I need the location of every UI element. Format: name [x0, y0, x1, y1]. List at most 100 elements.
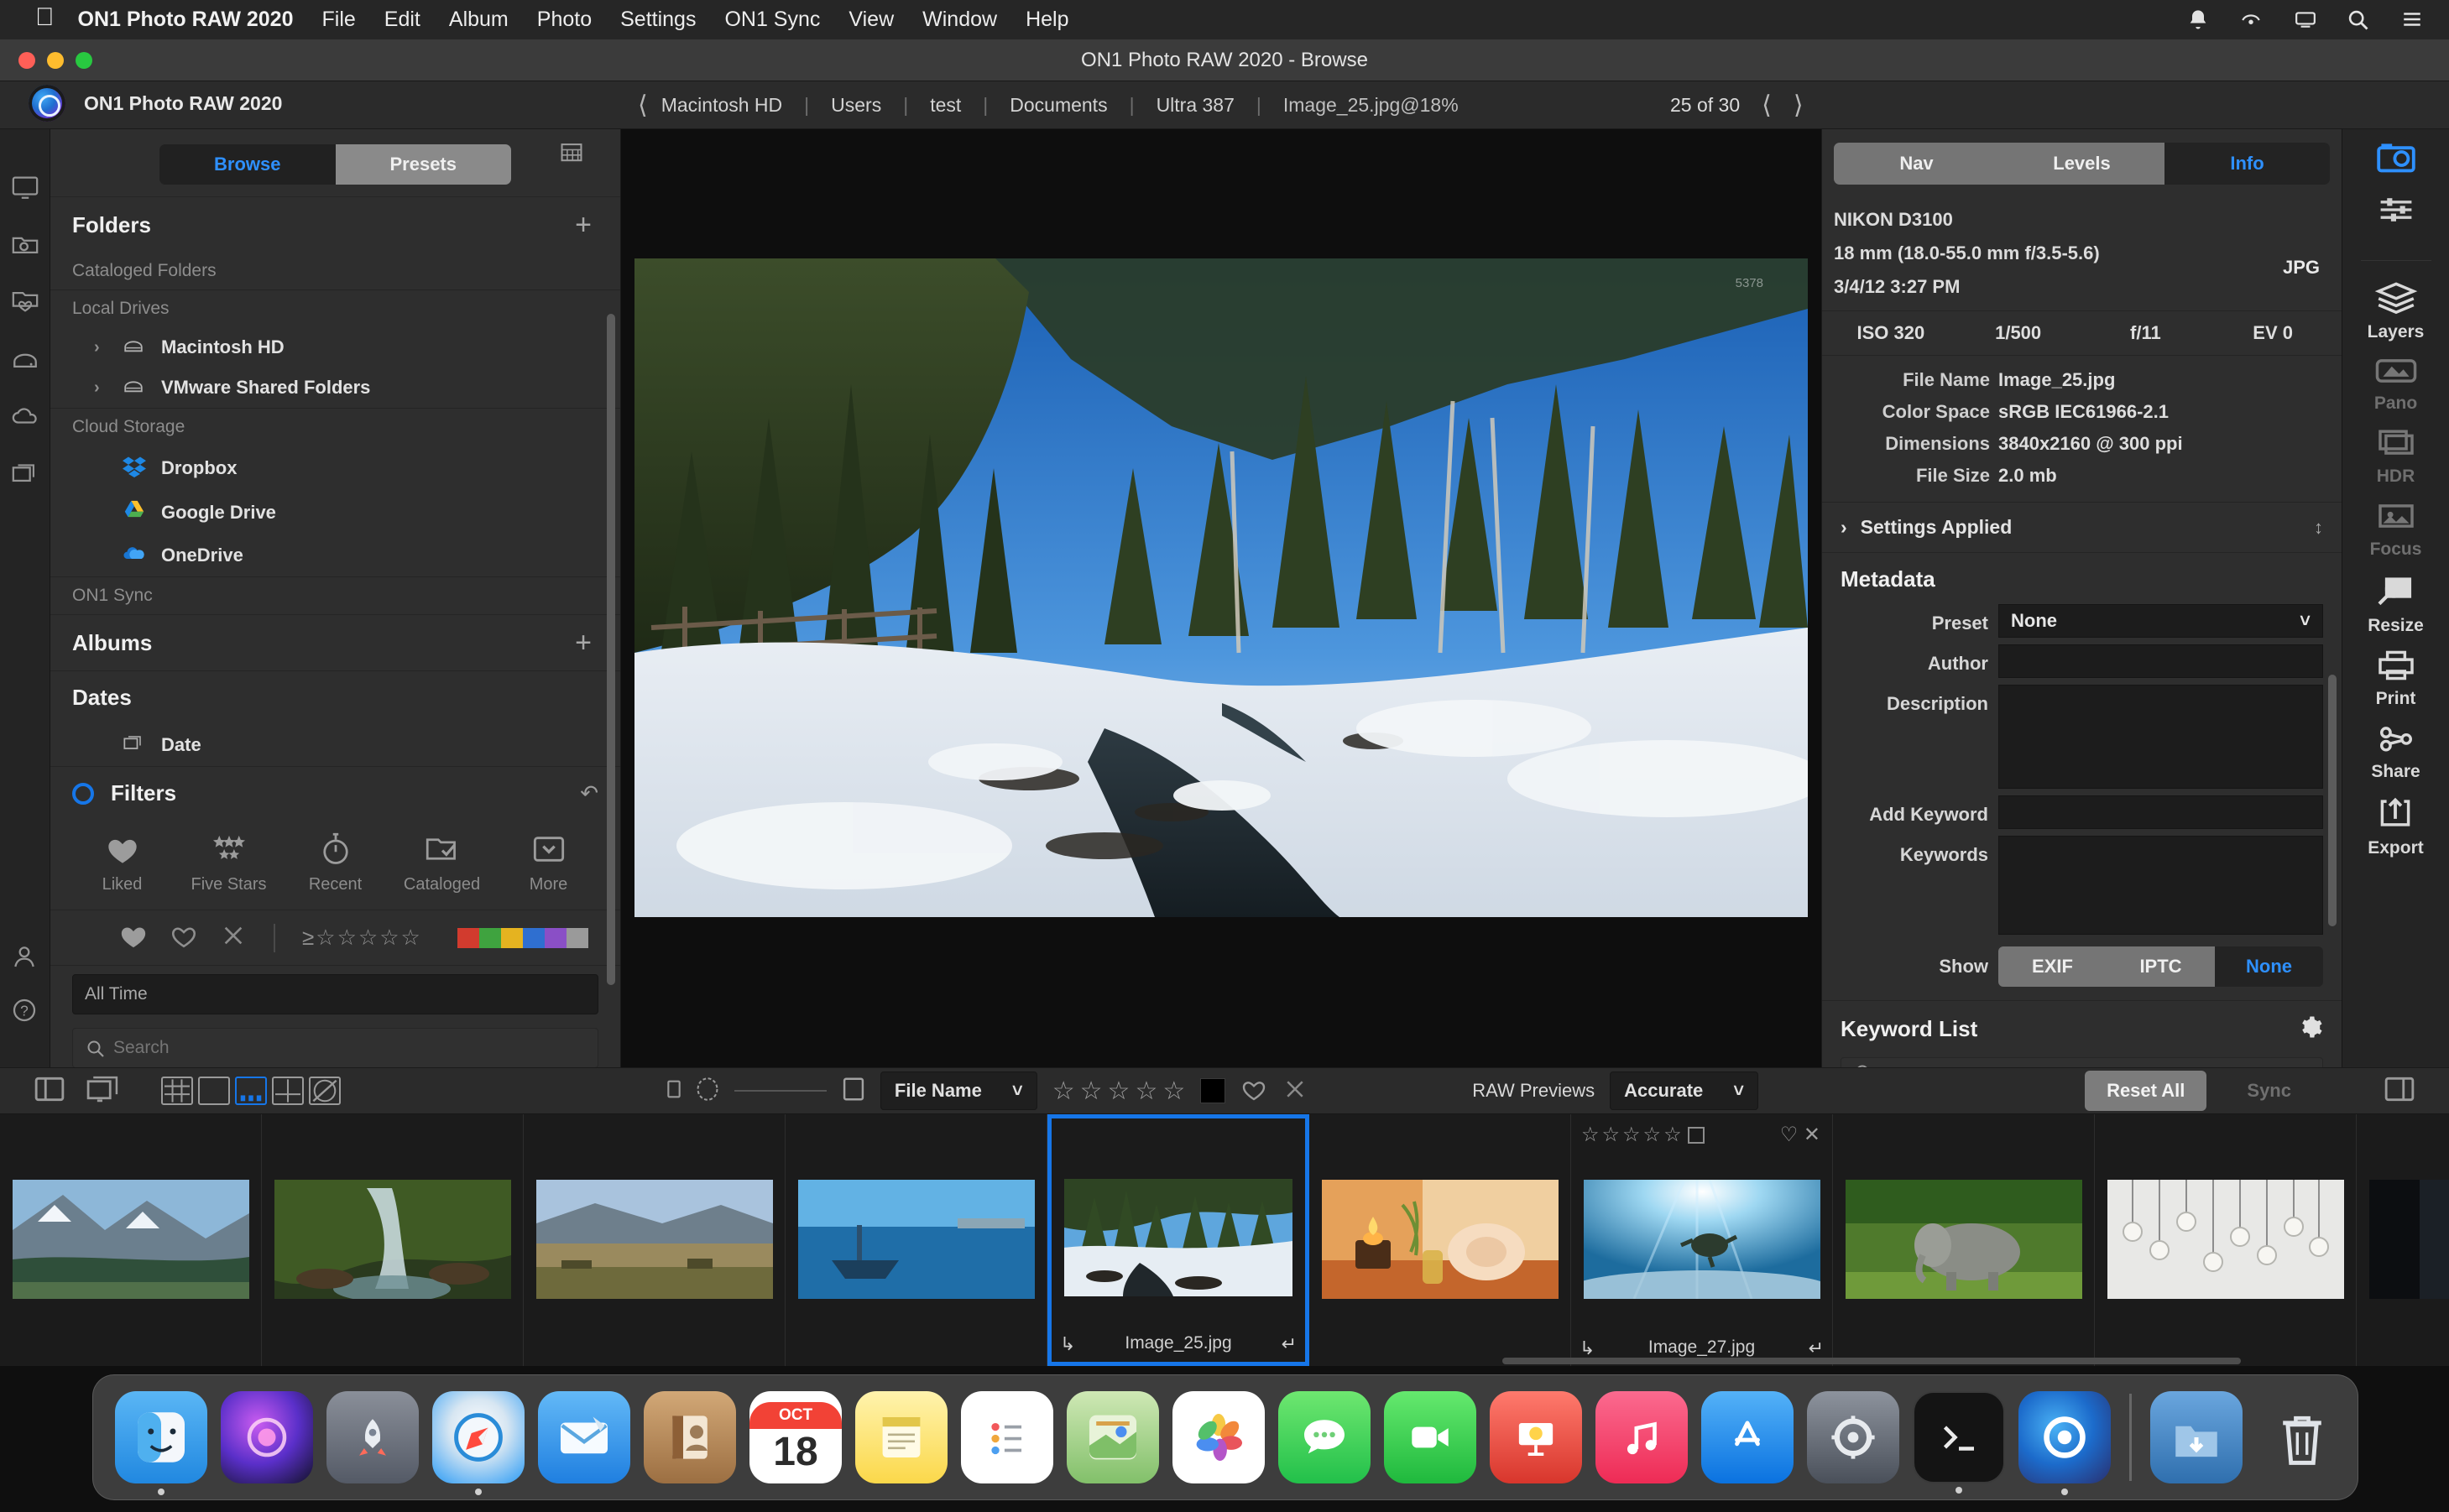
- color-swatch-blue[interactable]: [523, 928, 545, 948]
- breadcrumb-item-4[interactable]: Ultra 387: [1157, 94, 1235, 117]
- stack-icon[interactable]: [11, 460, 39, 485]
- dock-item-contacts[interactable]: [644, 1391, 736, 1483]
- color-swatch-purple[interactable]: [545, 928, 567, 948]
- module-export[interactable]: Export: [2368, 795, 2424, 858]
- dock-item-photos[interactable]: [1172, 1391, 1265, 1483]
- star-outline-icon[interactable]: ☆: [1135, 1077, 1157, 1106]
- list-item[interactable]: ↳ Image_25.jpg ↵: [1047, 1114, 1309, 1366]
- star-outline-icon[interactable]: ☆: [401, 925, 420, 951]
- breadcrumb-item-1[interactable]: Users: [831, 94, 881, 117]
- show-iptc-button[interactable]: IPTC: [2107, 946, 2215, 987]
- star-outline-icon[interactable]: ☆: [1622, 1123, 1641, 1147]
- rating-filter[interactable]: ≥ ☆ ☆ ☆ ☆ ☆: [302, 925, 420, 951]
- filter-cataloged[interactable]: Cataloged: [389, 832, 495, 894]
- dock-item-keynote[interactable]: [1490, 1391, 1582, 1483]
- dock-item-app-store[interactable]: [1701, 1391, 1794, 1483]
- settings-applied-row[interactable]: › Settings Applied ↕: [1822, 502, 2342, 553]
- description-field[interactable]: [1998, 685, 2323, 789]
- menu-settings[interactable]: Settings: [620, 8, 696, 32]
- thumbnail-size-slider[interactable]: [734, 1090, 827, 1092]
- siri-icon[interactable]: [2239, 8, 2264, 32]
- calendar-icon[interactable]: [560, 141, 583, 167]
- module-hdr[interactable]: HDR: [2374, 427, 2418, 487]
- preset-select[interactable]: None ˅: [1998, 604, 2323, 638]
- sort-select[interactable]: File Name ˅: [880, 1071, 1037, 1110]
- star-outline-icon[interactable]: ☆: [1080, 1077, 1103, 1106]
- show-none-button[interactable]: None: [2215, 946, 2323, 987]
- chevron-right-icon[interactable]: ›: [94, 378, 106, 398]
- folders-section-header[interactable]: Folders +: [50, 196, 620, 253]
- plus-icon[interactable]: +: [575, 211, 592, 239]
- sidebar-item-google-drive[interactable]: Google Drive: [50, 491, 620, 534]
- thumbnail-rating[interactable]: ☆ ☆ ☆ ☆ ☆: [1581, 1123, 1705, 1147]
- small-thumbnail-icon[interactable]: [667, 1079, 681, 1103]
- dock-item-on1-photo-raw[interactable]: [2018, 1391, 2111, 1483]
- next-image-button[interactable]: ⟩: [1794, 91, 1804, 120]
- filters-section-header[interactable]: Filters ↶: [50, 766, 620, 820]
- sidebar-item-date[interactable]: Date: [50, 724, 620, 766]
- rotate-right-icon[interactable]: ↵: [1809, 1337, 1824, 1359]
- menu-album[interactable]: Album: [449, 8, 509, 32]
- star-outline-icon[interactable]: ☆: [1602, 1123, 1621, 1147]
- main-photo-preview[interactable]: 5378: [634, 258, 1808, 917]
- breadcrumb-item-2[interactable]: test: [930, 94, 961, 117]
- dock-item-notes[interactable]: [855, 1391, 948, 1483]
- menu-app-name[interactable]: ON1 Photo RAW 2020: [78, 8, 294, 32]
- list-item[interactable]: [786, 1114, 1047, 1366]
- reject-x-icon[interactable]: [220, 922, 247, 953]
- dock-item-siri[interactable]: [221, 1391, 313, 1483]
- menu-edit[interactable]: Edit: [384, 8, 420, 32]
- dock-item-facetime[interactable]: [1384, 1391, 1476, 1483]
- star-outline-icon[interactable]: ☆: [1052, 1077, 1075, 1106]
- star-outline-icon[interactable]: ☆: [316, 925, 335, 951]
- sidebar-item-onedrive[interactable]: OneDrive: [50, 534, 620, 576]
- close-window-button[interactable]: [18, 52, 35, 69]
- star-outline-icon[interactable]: ☆: [379, 925, 399, 951]
- filter-recent[interactable]: Recent: [282, 832, 389, 894]
- reject-x-icon[interactable]: [1282, 1077, 1308, 1106]
- list-item[interactable]: [1309, 1114, 1571, 1366]
- reset-arrow-icon[interactable]: ↶: [580, 780, 598, 806]
- left-panel-toggle-icon[interactable]: [34, 1075, 65, 1108]
- list-item[interactable]: [0, 1114, 262, 1366]
- module-print[interactable]: Print: [2374, 649, 2418, 709]
- dock-item-maps[interactable]: [1067, 1391, 1159, 1483]
- list-item[interactable]: ☆ ☆ ☆ ☆ ☆ ♡ ✕: [1571, 1114, 1833, 1366]
- grid-view-icon[interactable]: [161, 1077, 193, 1105]
- breadcrumb-item-3[interactable]: Documents: [1010, 94, 1107, 117]
- heart-outline-icon[interactable]: [170, 922, 198, 953]
- heart-outline-icon[interactable]: ♡: [1780, 1124, 1799, 1146]
- menu-photo[interactable]: Photo: [537, 8, 592, 32]
- tab-presets[interactable]: Presets: [336, 144, 512, 185]
- previous-image-button[interactable]: ⟨: [1762, 91, 1772, 120]
- reset-all-button[interactable]: Reset All: [2085, 1071, 2206, 1111]
- sidebar-item-dropbox[interactable]: Dropbox: [50, 446, 620, 491]
- star-outline-icon[interactable]: ☆: [358, 925, 378, 951]
- star-outline-icon[interactable]: ☆: [1108, 1077, 1131, 1106]
- left-panel-scrollbar[interactable]: [607, 314, 615, 985]
- right-panel-scrollbar[interactable]: [2328, 675, 2337, 926]
- keyword-search-input[interactable]: [1841, 1057, 2323, 1067]
- sidebar-item-macintosh-hd[interactable]: › Macintosh HD: [50, 327, 620, 368]
- rating-stars[interactable]: ☆ ☆ ☆ ☆ ☆: [1052, 1077, 1186, 1106]
- menu-help[interactable]: Help: [1026, 8, 1068, 32]
- chevron-right-icon[interactable]: ›: [94, 338, 106, 357]
- filter-five-stars[interactable]: Five Stars: [175, 832, 282, 894]
- dock-item-system-preferences[interactable]: [1807, 1391, 1899, 1483]
- menu-view[interactable]: View: [849, 8, 894, 32]
- menu-on1-sync[interactable]: ON1 Sync: [724, 8, 820, 32]
- author-field[interactable]: [1998, 644, 2323, 678]
- dock-item-safari[interactable]: [432, 1391, 525, 1483]
- large-thumbnail-icon[interactable]: [696, 1077, 719, 1105]
- reject-x-icon[interactable]: ✕: [1804, 1124, 1820, 1146]
- tab-levels[interactable]: Levels: [1999, 143, 2164, 185]
- show-exif-button[interactable]: EXIF: [1998, 946, 2107, 987]
- dock-item-finder[interactable]: [115, 1391, 207, 1483]
- star-outline-icon[interactable]: ☆: [1643, 1123, 1662, 1147]
- maximize-window-button[interactable]: [76, 52, 92, 69]
- up-down-arrows-icon[interactable]: ↕: [2314, 520, 2323, 535]
- list-item[interactable]: [2357, 1114, 2449, 1366]
- filters-search-input[interactable]: [72, 1028, 598, 1067]
- color-label-chip[interactable]: [1688, 1127, 1705, 1144]
- camera-folder-icon[interactable]: [11, 232, 39, 257]
